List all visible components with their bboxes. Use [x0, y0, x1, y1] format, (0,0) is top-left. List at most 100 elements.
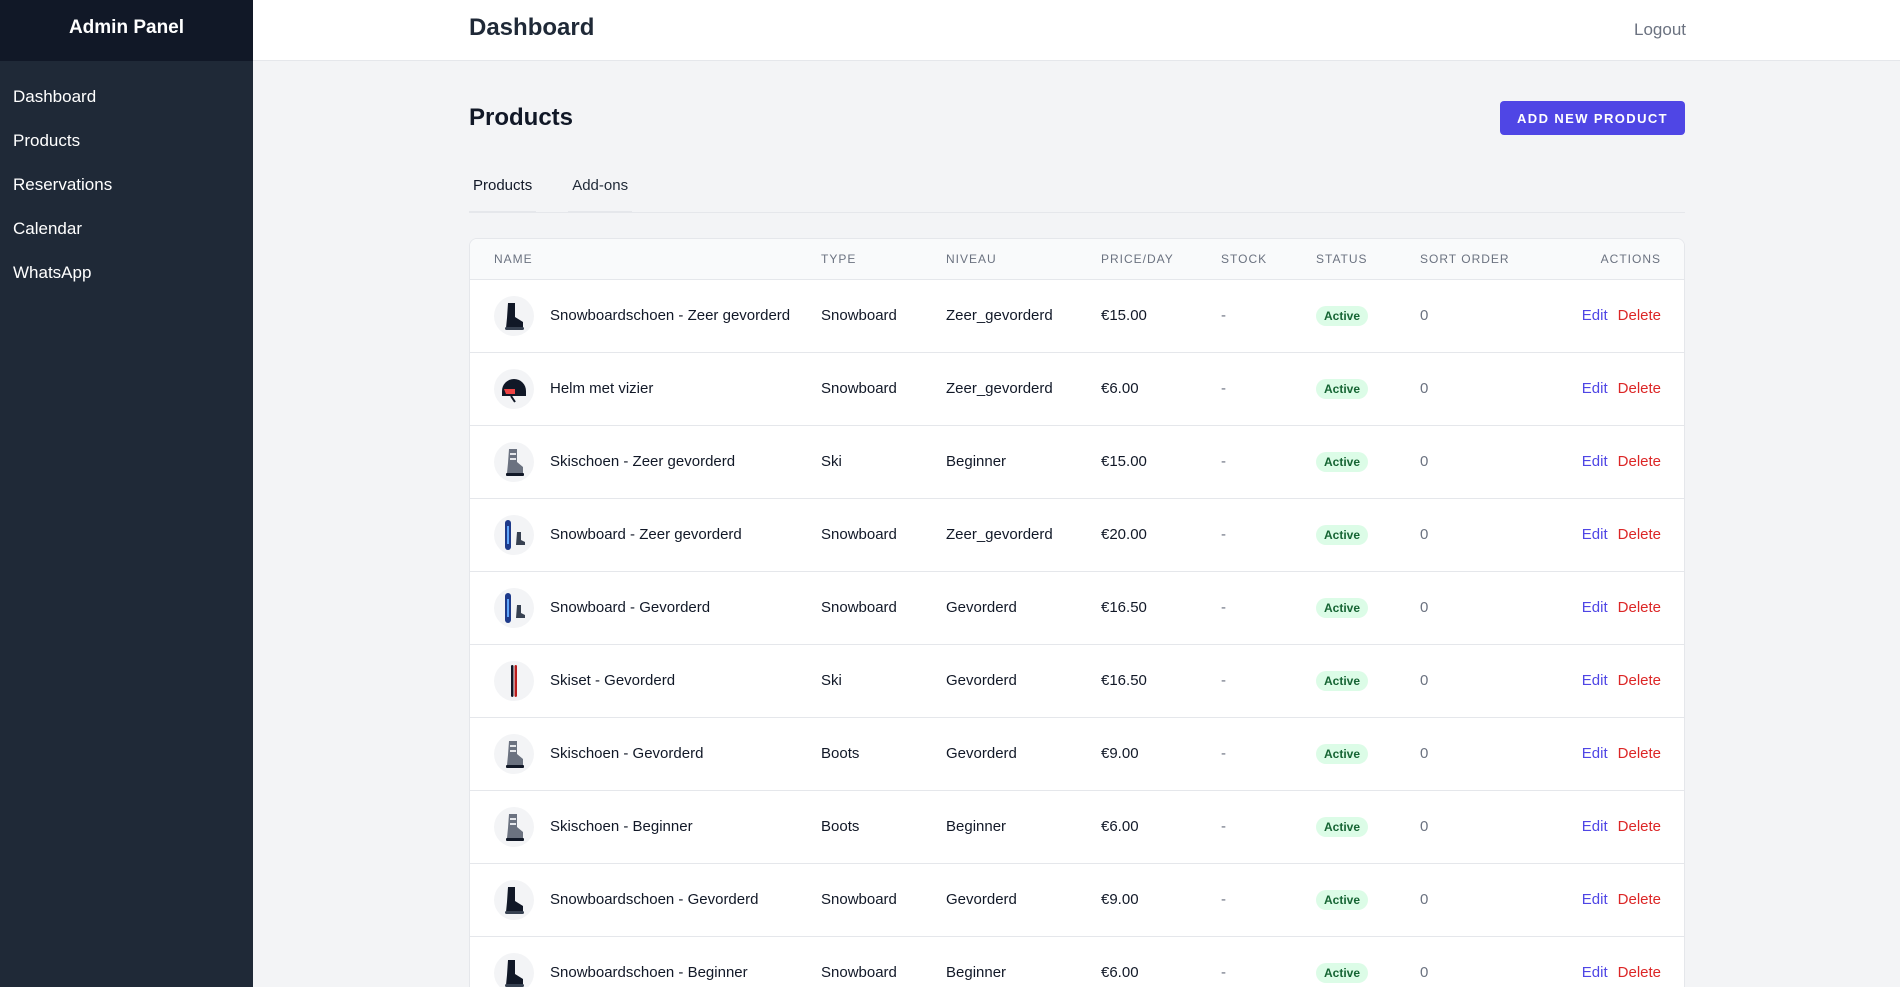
- table-body: Snowboardschoen - Zeer gevorderd Snowboar…: [470, 279, 1684, 987]
- cell-stock: -: [1221, 453, 1226, 470]
- delete-link[interactable]: Delete: [1618, 380, 1661, 397]
- delete-link[interactable]: Delete: [1618, 526, 1661, 543]
- name-wrap: Skischoen - Gevorderd: [494, 733, 821, 774]
- sidebar-item-reservations[interactable]: Reservations: [0, 163, 253, 207]
- delete-link[interactable]: Delete: [1618, 453, 1661, 470]
- delete-link[interactable]: Delete: [1618, 745, 1661, 762]
- ski-icon: [494, 660, 534, 701]
- delete-link[interactable]: Delete: [1618, 307, 1661, 324]
- status-badge: Active: [1316, 889, 1369, 910]
- product-name: Snowboard - Zeer gevorderd: [550, 526, 742, 543]
- cell-niveau: Beginner: [946, 818, 1007, 835]
- status-badge: Active: [1316, 305, 1369, 326]
- product-name: Skischoen - Zeer gevorderd: [550, 453, 736, 470]
- edit-link[interactable]: Edit: [1582, 380, 1608, 397]
- sidebar-item-calendar[interactable]: Calendar: [0, 207, 253, 251]
- delete-link[interactable]: Delete: [1618, 891, 1661, 908]
- cell-sort-order: 0: [1420, 672, 1429, 689]
- column-header-sort-order: SORT ORDER: [1420, 239, 1545, 280]
- cell-type: Snowboard: [821, 380, 897, 397]
- page-header: Products ADD NEW PRODUCT: [469, 61, 1685, 169]
- cell-status: Active: [1316, 863, 1420, 936]
- tab-products[interactable]: Products: [469, 169, 537, 213]
- edit-link[interactable]: Edit: [1582, 818, 1608, 835]
- edit-link[interactable]: Edit: [1582, 453, 1608, 470]
- name-wrap: Skischoen - Zeer gevorderd: [494, 441, 821, 482]
- add-new-product-button[interactable]: ADD NEW PRODUCT: [1500, 101, 1685, 135]
- column-header-niveau: NIVEAU: [946, 239, 1101, 280]
- cell-status: Active: [1316, 571, 1420, 644]
- cell-stock: -: [1221, 599, 1226, 616]
- header-title: Dashboard: [469, 14, 595, 41]
- table-row: Snowboardschoen - Beginner Snowboard Begin…: [470, 936, 1684, 987]
- edit-link[interactable]: Edit: [1582, 745, 1608, 762]
- sidebar: Admin Panel Dashboard Products Reservati…: [0, 0, 253, 987]
- edit-link[interactable]: Edit: [1582, 526, 1608, 543]
- cell-actions: Edit Delete: [1545, 936, 1684, 987]
- status-badge: Active: [1316, 524, 1369, 545]
- cell-price: €6.00: [1101, 818, 1139, 835]
- cell-sort-order: 0: [1420, 745, 1429, 762]
- status-badge: Active: [1316, 451, 1369, 472]
- brand-title: Admin Panel: [0, 0, 253, 61]
- table-row: Snowboardschoen - Gevorderd Snowboard Gevo…: [470, 863, 1684, 936]
- cell-sort-order: 0: [1420, 599, 1429, 616]
- sidebar-item-dashboard[interactable]: Dashboard: [0, 75, 253, 119]
- cell-name: Skischoen - Gevorderd: [470, 717, 821, 790]
- product-name: Snowboard - Gevorderd: [550, 599, 711, 616]
- cell-niveau: Gevorderd: [946, 599, 1017, 616]
- delete-link[interactable]: Delete: [1618, 964, 1661, 981]
- snowboard-icon: [494, 587, 534, 628]
- cell-stock: -: [1221, 818, 1226, 835]
- top-bar: Dashboard Logout: [253, 0, 1900, 61]
- status-badge: Active: [1316, 378, 1369, 399]
- cell-type: Snowboard: [821, 599, 897, 616]
- cell-type: Ski: [821, 672, 842, 689]
- status-badge: Active: [1316, 816, 1369, 837]
- cell-name: Snowboardschoen - Beginner: [470, 936, 821, 987]
- cell-type: Ski: [821, 453, 842, 470]
- cell-niveau: Gevorderd: [946, 891, 1017, 908]
- sidebar-item-products[interactable]: Products: [0, 119, 253, 163]
- ski-boot-icon: [494, 441, 534, 482]
- cell-stock: -: [1221, 526, 1226, 543]
- name-wrap: Skischoen - Beginner: [494, 806, 821, 847]
- products-table-card: NAME TYPE NIVEAU PRICE/DAY STOCK STATUS …: [469, 238, 1685, 987]
- delete-link[interactable]: Delete: [1618, 672, 1661, 689]
- cell-type: Boots: [821, 818, 860, 835]
- logout-link[interactable]: Logout: [1634, 20, 1686, 40]
- cell-niveau: Zeer_gevorderd: [946, 307, 1053, 324]
- cell-sort-order: 0: [1420, 891, 1429, 908]
- cell-stock: -: [1221, 672, 1226, 689]
- edit-link[interactable]: Edit: [1582, 307, 1608, 324]
- product-name: Skischoen - Beginner: [550, 818, 693, 835]
- cell-niveau: Gevorderd: [946, 672, 1017, 689]
- delete-link[interactable]: Delete: [1618, 599, 1661, 616]
- cell-niveau: Zeer_gevorderd: [946, 380, 1053, 397]
- cell-price: €16.50: [1101, 672, 1147, 689]
- cell-status: Active: [1316, 936, 1420, 987]
- cell-type: Snowboard: [821, 891, 897, 908]
- cell-name: Skiset - Gevorderd: [470, 644, 821, 717]
- tab-add-ons[interactable]: Add-ons: [568, 169, 633, 213]
- delete-link[interactable]: Delete: [1618, 818, 1661, 835]
- table-row: Snowboard - Gevorderd Snowboard Gevorderd €…: [470, 571, 1684, 644]
- edit-link[interactable]: Edit: [1582, 964, 1608, 981]
- edit-link[interactable]: Edit: [1582, 599, 1608, 616]
- table-row: Skiset - Gevorderd Ski Gevorderd €16.50 - Act…: [470, 644, 1684, 717]
- name-wrap: Snowboardschoen - Beginner: [494, 952, 821, 987]
- edit-link[interactable]: Edit: [1582, 891, 1608, 908]
- cell-actions: Edit Delete: [1545, 863, 1684, 936]
- cell-actions: Edit Delete: [1545, 644, 1684, 717]
- product-name: Snowboardschoen - Gevorderd: [550, 891, 759, 908]
- cell-price: €15.00: [1101, 307, 1147, 324]
- table-row: Helm met vizier Snowboard Zeer_gevorderd €6…: [470, 352, 1684, 425]
- product-name: Helm met vizier: [550, 380, 654, 397]
- cell-status: Active: [1316, 279, 1420, 352]
- cell-actions: Edit Delete: [1545, 790, 1684, 863]
- edit-link[interactable]: Edit: [1582, 672, 1608, 689]
- cell-type: Snowboard: [821, 526, 897, 543]
- cell-type: Snowboard: [821, 307, 897, 324]
- sidebar-item-whatsapp[interactable]: WhatsApp: [0, 251, 253, 295]
- cell-price: €9.00: [1101, 891, 1139, 908]
